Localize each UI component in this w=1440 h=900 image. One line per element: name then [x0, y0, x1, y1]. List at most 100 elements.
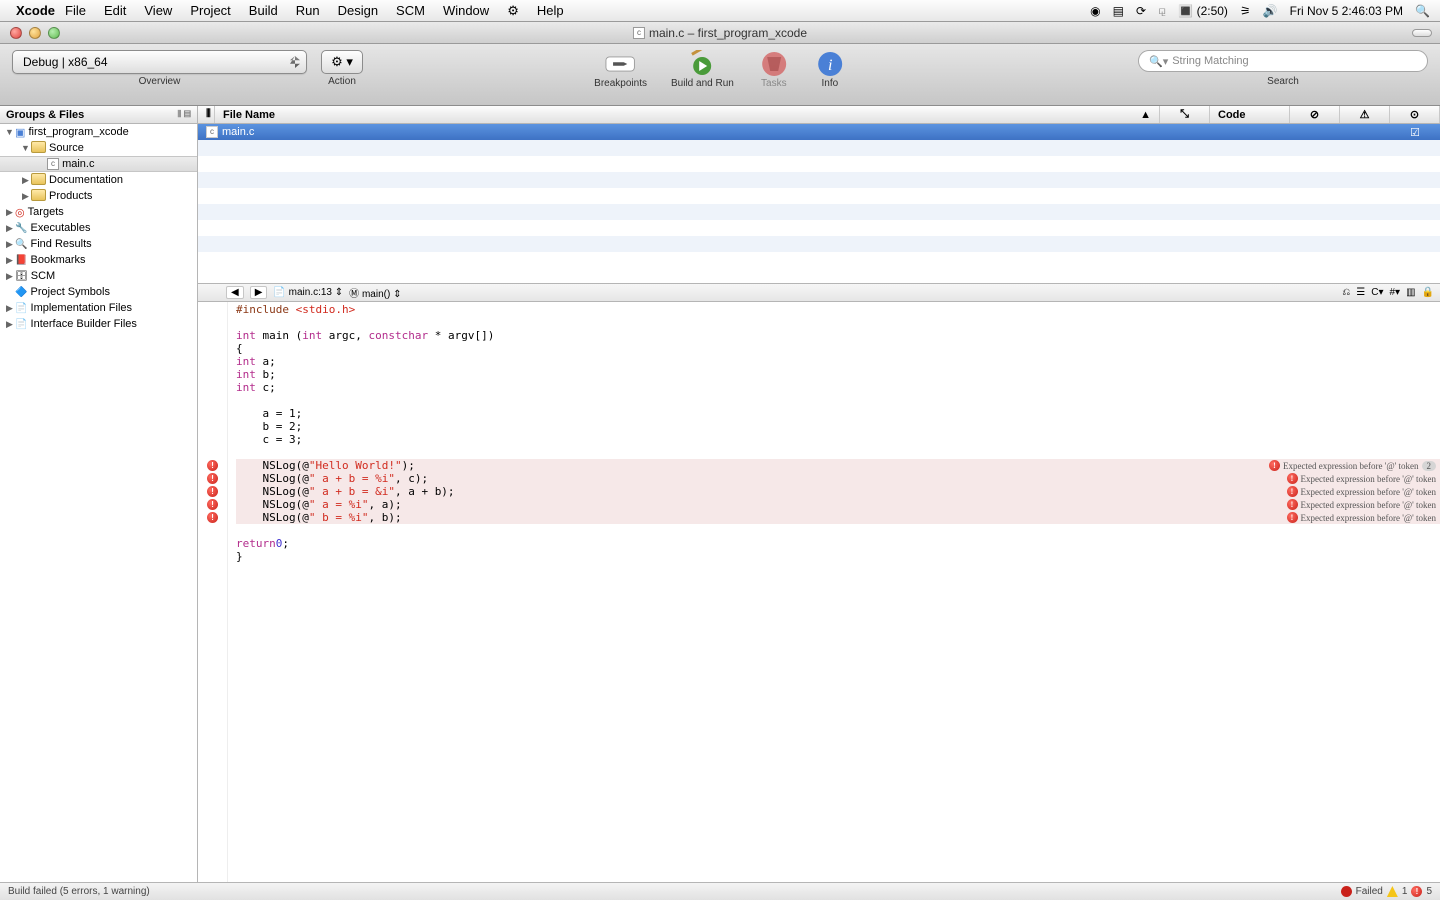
- tree-item[interactable]: c main.c: [0, 156, 197, 172]
- tree-item[interactable]: ▼▣ first_program_xcode: [0, 124, 197, 140]
- nav-back-button[interactable]: ◀: [226, 286, 244, 299]
- volume-icon[interactable]: 🔊: [1263, 4, 1278, 18]
- code-line[interactable]: c = 3;: [236, 433, 1440, 446]
- code-line[interactable]: [236, 394, 1440, 407]
- bluetooth-icon[interactable]: ⚼: [1158, 3, 1166, 18]
- project-tree[interactable]: ▼▣ first_program_xcode▼Sourcec main.c▶Do…: [0, 124, 197, 882]
- tree-item[interactable]: ▶Documentation: [0, 172, 197, 188]
- grip-icon: ⦀: [198, 106, 215, 123]
- code-line[interactable]: NSLog(@" a + b = %i", c);!Expected expre…: [236, 472, 1440, 485]
- close-button[interactable]: [10, 27, 22, 39]
- hash-button[interactable]: #▾: [1390, 287, 1401, 298]
- code-line[interactable]: [236, 524, 1440, 537]
- code-line[interactable]: NSLog(@"Hello World!");!Expected express…: [236, 459, 1440, 472]
- code-line[interactable]: NSLog(@" a + b = &i", a + b);!Expected e…: [236, 485, 1440, 498]
- menu-scm[interactable]: SCM: [396, 3, 425, 18]
- system-menubar: Xcode File Edit View Project Build Run D…: [0, 0, 1440, 22]
- tree-item[interactable]: ▶ Executables: [0, 220, 197, 236]
- app-menu[interactable]: Xcode: [16, 3, 55, 18]
- clock[interactable]: Fri Nov 5 2:46:03 PM: [1290, 4, 1403, 18]
- zoom-button[interactable]: [48, 27, 60, 39]
- minimize-button[interactable]: [29, 27, 41, 39]
- menu-edit[interactable]: Edit: [104, 3, 126, 18]
- search-field[interactable]: 🔍▾ String Matching: [1138, 50, 1428, 72]
- sync-icon[interactable]: ⟳: [1136, 4, 1146, 18]
- code-line[interactable]: #include <stdio.h>: [236, 303, 1440, 316]
- menu-build[interactable]: Build: [249, 3, 278, 18]
- file-row[interactable]: cmain.c☑: [198, 124, 1440, 140]
- nav-forward-button[interactable]: ▶: [250, 286, 268, 299]
- breadcrumb-file[interactable]: 📄 main.c:13 ⇕: [273, 287, 343, 298]
- code-line[interactable]: b = 2;: [236, 420, 1440, 433]
- display-icon[interactable]: ▤: [1113, 4, 1124, 18]
- tree-item[interactable]: ▶◎ Targets: [0, 204, 197, 220]
- sidebar-header: Groups & Files⦀ ▤: [0, 106, 197, 124]
- window-titlebar: c main.c – first_program_xcode: [0, 22, 1440, 44]
- tree-item[interactable]: ▶ SCM: [0, 268, 197, 284]
- battery-status[interactable]: 🔳 (2:50): [1178, 4, 1228, 18]
- file-list[interactable]: cmain.c☑: [198, 124, 1440, 284]
- lock-icon[interactable]: 🔒: [1422, 287, 1434, 298]
- info-button[interactable]: i: [814, 50, 846, 78]
- scheme-selector[interactable]: Debug | x86_64: [12, 50, 307, 74]
- code-line[interactable]: NSLog(@" b = %i", b);!Expected expressio…: [236, 511, 1440, 524]
- tree-item[interactable]: ▶ Bookmarks: [0, 252, 197, 268]
- error-badge[interactable]: !Expected expression before '@' token: [1287, 486, 1436, 497]
- breakpoints-label: Breakpoints: [594, 78, 647, 89]
- col-warnings[interactable]: ⚠: [1340, 106, 1390, 123]
- eject-icon[interactable]: ◉: [1090, 4, 1100, 18]
- counterpart-button[interactable]: ⎌: [1342, 287, 1350, 298]
- code-line[interactable]: a = 1;: [236, 407, 1440, 420]
- tree-item[interactable]: ▶ Find Results: [0, 236, 197, 252]
- tasks-button[interactable]: [758, 50, 790, 78]
- col-pin[interactable]: ⤡: [1160, 106, 1210, 123]
- col-errors[interactable]: ⊘: [1290, 106, 1340, 123]
- code-editor[interactable]: !!!!! #include <stdio.h>int main (int ar…: [198, 302, 1440, 882]
- code-line[interactable]: int c;: [236, 381, 1440, 394]
- class-button[interactable]: C▾: [1371, 287, 1383, 298]
- code-line[interactable]: }: [236, 550, 1440, 563]
- search-icon: 🔍▾: [1149, 55, 1168, 68]
- toolbar-toggle-button[interactable]: [1412, 29, 1432, 37]
- failed-icon: [1341, 886, 1352, 897]
- wifi-icon[interactable]: ⚞: [1240, 4, 1251, 18]
- error-badge[interactable]: !Expected expression before '@' token: [1287, 512, 1436, 523]
- code-line[interactable]: NSLog(@" a = %i", a);!Expected expressio…: [236, 498, 1440, 511]
- error-badge[interactable]: !Expected expression before '@' token2: [1269, 460, 1436, 471]
- menu-help[interactable]: Help: [537, 3, 564, 18]
- breadcrumb-symbol[interactable]: Ⓜ main() ⇕: [349, 285, 401, 300]
- col-code[interactable]: Code: [1210, 106, 1290, 123]
- code-line[interactable]: int a;: [236, 355, 1440, 368]
- code-line[interactable]: [236, 316, 1440, 329]
- tree-item[interactable]: ▶Products: [0, 188, 197, 204]
- menu-run[interactable]: Run: [296, 3, 320, 18]
- tree-item[interactable]: ▼Source: [0, 140, 197, 156]
- search-placeholder: String Matching: [1172, 55, 1248, 67]
- menu-design[interactable]: Design: [338, 3, 378, 18]
- split-button[interactable]: ▥: [1406, 287, 1415, 298]
- view-mode-button[interactable]: ☰: [1356, 287, 1365, 298]
- menu-view[interactable]: View: [144, 3, 172, 18]
- tree-item[interactable]: ▶ Interface Builder Files: [0, 316, 197, 332]
- code-line[interactable]: int b;: [236, 368, 1440, 381]
- code-line[interactable]: int main (int argc, const char * argv[]): [236, 329, 1440, 342]
- spotlight-icon[interactable]: 🔍: [1415, 4, 1430, 18]
- error-badge[interactable]: !Expected expression before '@' token: [1287, 473, 1436, 484]
- script-menu-icon[interactable]: ⚙︎: [507, 3, 519, 19]
- col-filename[interactable]: File Name▲: [215, 106, 1160, 123]
- tree-item[interactable]: ▶ Implementation Files: [0, 300, 197, 316]
- col-target[interactable]: ⊙: [1390, 106, 1440, 123]
- build-run-button[interactable]: [686, 50, 718, 78]
- code-line[interactable]: [236, 446, 1440, 459]
- error-badge[interactable]: !Expected expression before '@' token: [1287, 499, 1436, 510]
- tree-item[interactable]: Project Symbols: [0, 284, 197, 300]
- code-line[interactable]: return 0;: [236, 537, 1440, 550]
- menu-project[interactable]: Project: [190, 3, 230, 18]
- action-button[interactable]: ⚙︎ ▾: [321, 50, 363, 74]
- menu-window[interactable]: Window: [443, 3, 489, 18]
- overview-label: Overview: [139, 76, 181, 87]
- breakpoints-button[interactable]: [605, 50, 637, 78]
- menu-file[interactable]: File: [65, 3, 86, 18]
- code-line[interactable]: {: [236, 342, 1440, 355]
- warning-count: 1: [1402, 886, 1408, 897]
